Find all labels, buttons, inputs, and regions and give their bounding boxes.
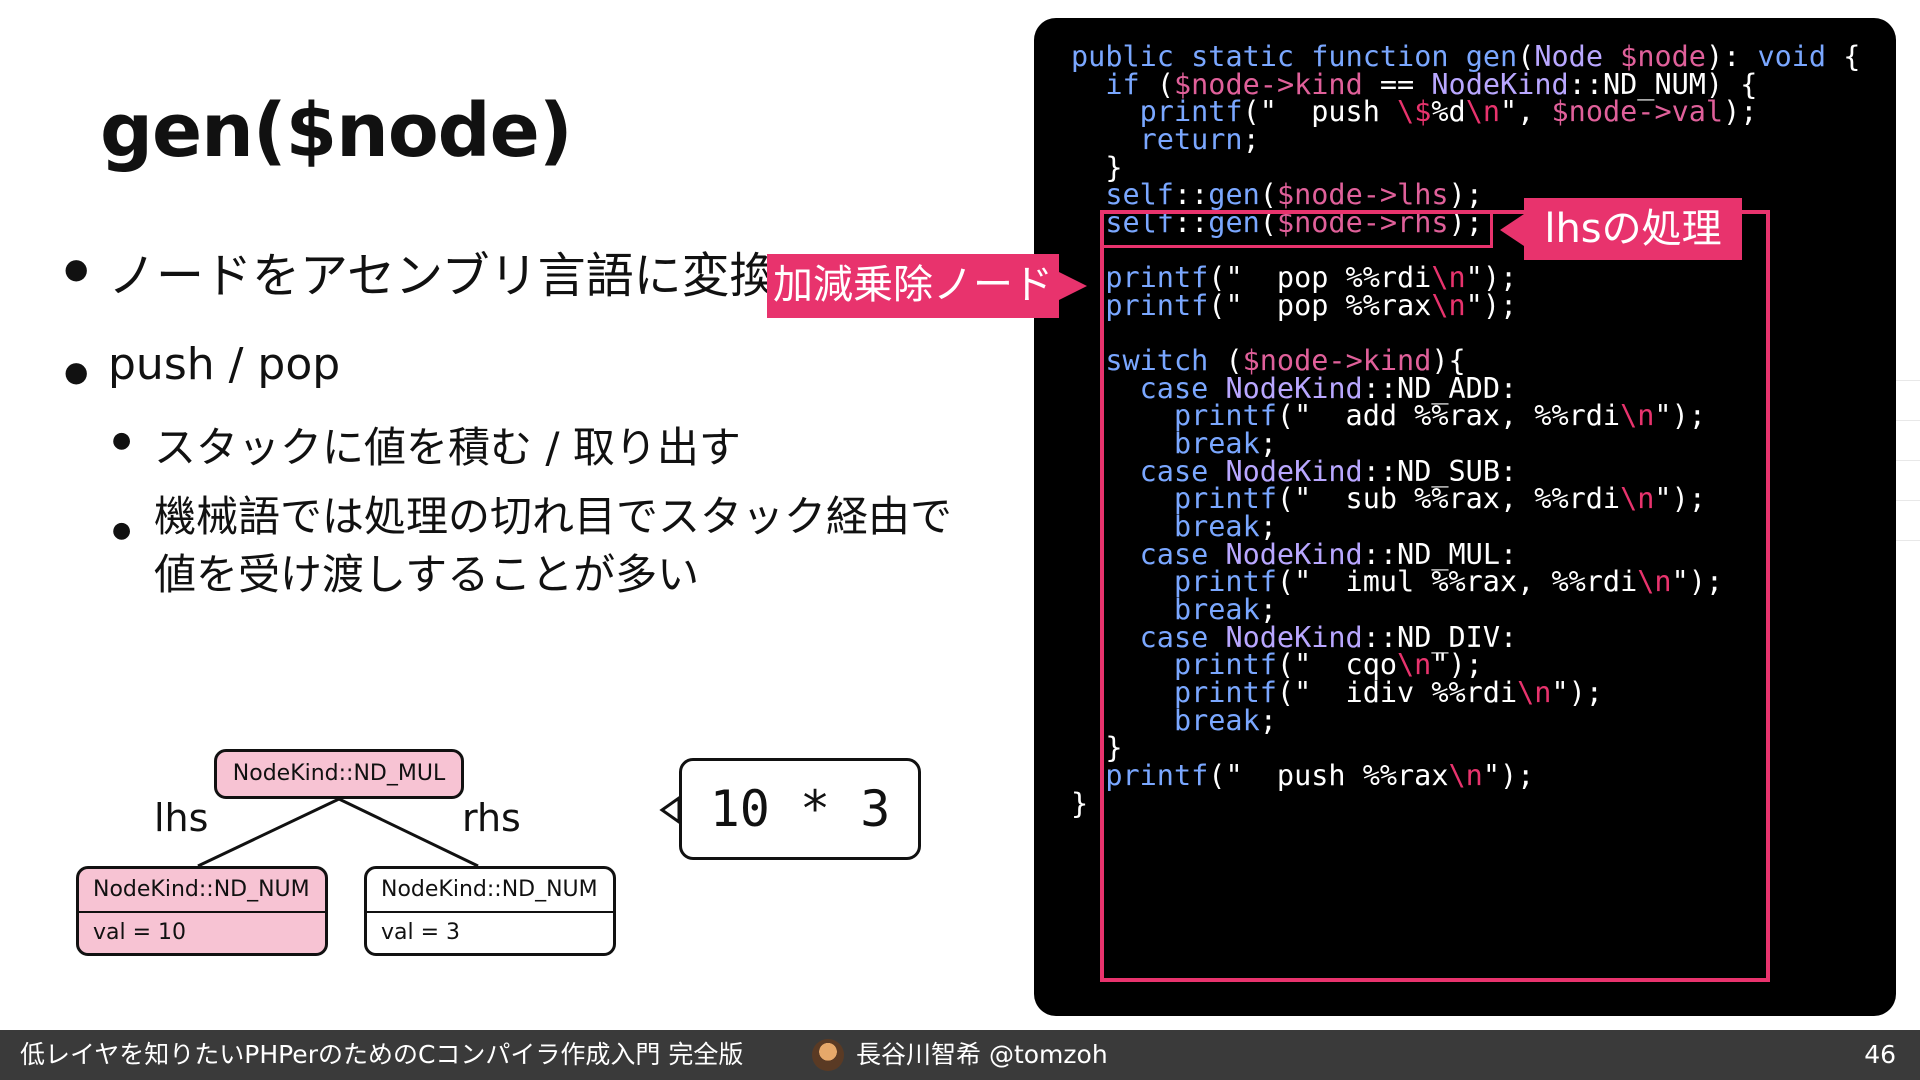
lhs-highlight-box: [1101, 210, 1493, 248]
code-line: }: [1071, 786, 1089, 820]
callout-arrow-icon: [1500, 214, 1524, 246]
expression-bubble: 10 * 3: [679, 758, 921, 860]
tree-lhs-node: NodeKind::ND_NUM val = 10: [76, 866, 328, 956]
tree-root-node: NodeKind::ND_MUL: [214, 749, 464, 799]
author-name: 長谷川智希 @tomzoh: [856, 1040, 1108, 1069]
edge-label-lhs: lhs: [154, 796, 209, 840]
edge-lhs: [197, 797, 340, 868]
callout-arrow-icon: [1059, 272, 1087, 300]
page-number: 46: [1864, 1040, 1896, 1069]
node-value: val = 3: [381, 920, 461, 945]
node-kind: NodeKind::ND_NUM: [367, 869, 613, 913]
avatar: [812, 1039, 844, 1071]
operator-highlight-box: [1100, 210, 1770, 982]
edge-rhs: [338, 797, 479, 868]
node-kind: NodeKind::ND_NUM: [79, 869, 325, 913]
callout-operator-node: 加減乗除ノード: [767, 254, 1059, 318]
bubble-pointer: [659, 795, 681, 825]
node-value: val = 10: [93, 920, 187, 945]
presentation-title: 低レイヤを知りたいPHPerのためのCコンパイラ作成入門 完全版: [20, 1040, 744, 1069]
footer-bar: 低レイヤを知りたいPHPerのためのCコンパイラ作成入門 完全版 長谷川智希 @…: [0, 1030, 1920, 1080]
tree-rhs-node: NodeKind::ND_NUM val = 3: [364, 866, 616, 956]
edge-label-rhs: rhs: [462, 796, 521, 840]
callout-lhs: lhsの処理: [1524, 198, 1742, 260]
